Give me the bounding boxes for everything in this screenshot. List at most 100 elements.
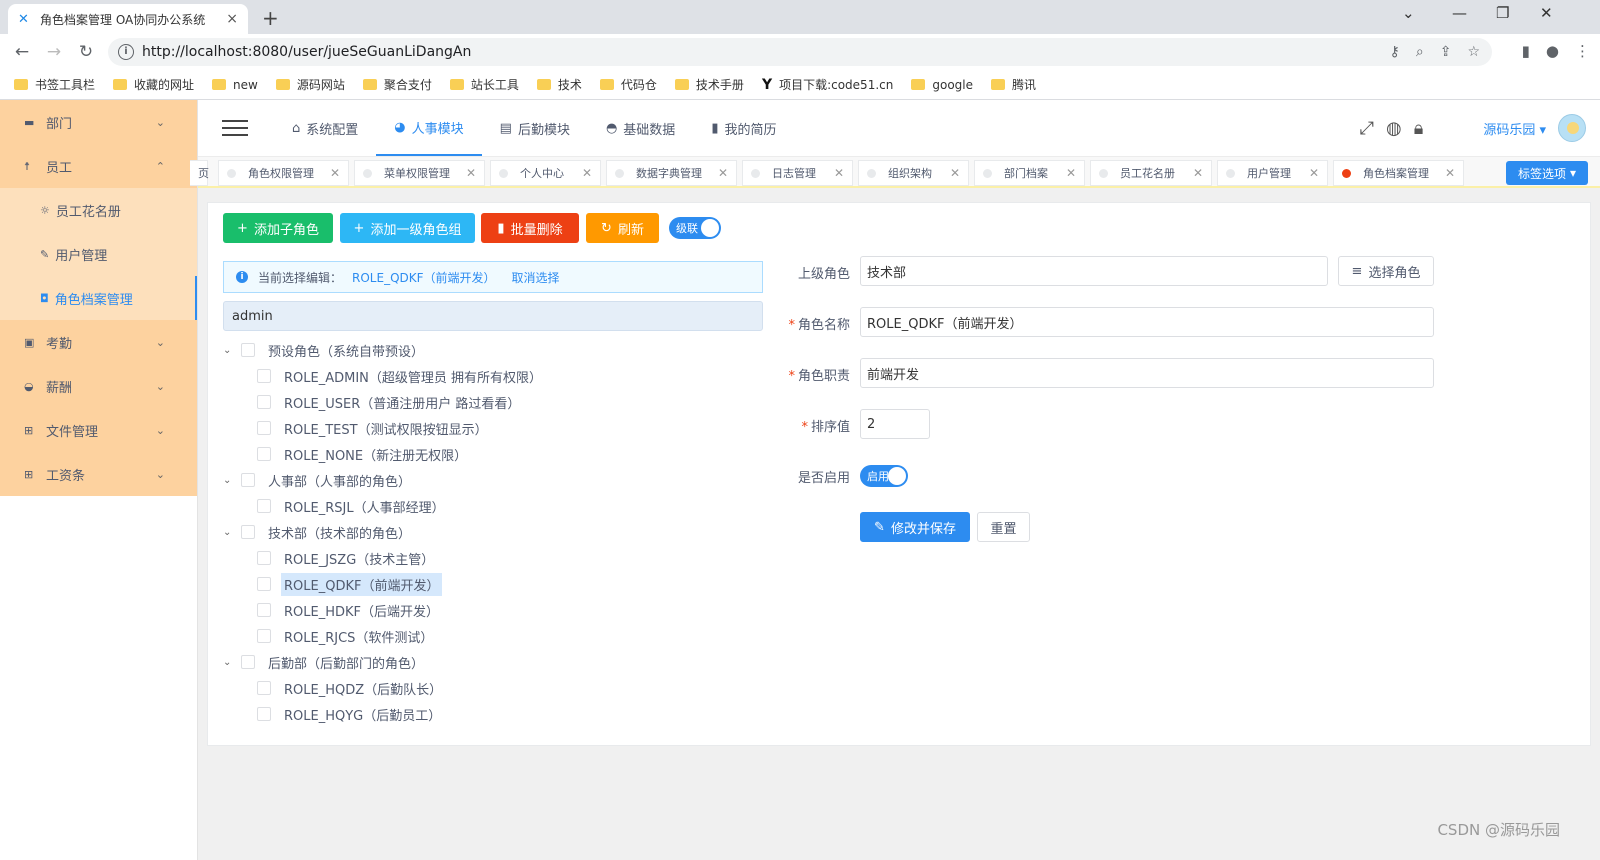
tag-item-active[interactable]: 角色档案管理 ✕ <box>1333 160 1464 186</box>
tree-checkbox[interactable] <box>257 707 271 721</box>
expand-arrow-icon[interactable]: ⌄ <box>223 527 237 538</box>
parent-role-field[interactable]: 技术部 <box>860 256 1328 286</box>
enable-switch[interactable]: 启用 <box>860 465 908 487</box>
back-icon[interactable]: ← <box>6 42 38 62</box>
restore-icon[interactable]: ❐ <box>1496 4 1509 22</box>
forward-icon[interactable]: → <box>38 42 70 62</box>
tree-checkbox[interactable] <box>257 447 271 461</box>
tree-node-label[interactable]: ROLE_HDKF（后端开发） <box>281 599 442 622</box>
tree-checkbox[interactable] <box>257 603 271 617</box>
share-icon[interactable]: ⇪ <box>1440 44 1452 60</box>
sidebar-item-department[interactable]: ▬ 部门 ⌄ <box>0 100 197 144</box>
tree-checkbox[interactable] <box>257 681 271 695</box>
sidebar-subitem-roster[interactable]: ☼ 员工花名册 <box>0 188 197 232</box>
sidebar-subitem-roles[interactable]: ◘ 角色档案管理 <box>0 276 197 320</box>
close-icon[interactable]: ✕ <box>466 166 476 180</box>
globe-icon[interactable]: ◍ <box>1386 118 1402 139</box>
add-child-role-button[interactable]: + 添加子角色 <box>223 213 333 243</box>
new-tab-icon[interactable]: + <box>262 6 279 30</box>
close-icon[interactable]: ✕ <box>1193 166 1203 180</box>
tree-checkbox[interactable] <box>241 655 255 669</box>
tree-node-label[interactable]: ROLE_ADMIN（超级管理员 拥有所有权限） <box>281 365 545 388</box>
tag-item[interactable]: 数据字典管理 ✕ <box>606 160 737 186</box>
expand-arrow-icon[interactable]: ⌄ <box>223 475 237 486</box>
fullscreen-icon[interactable]: ⤢ <box>1360 118 1374 139</box>
sidepanel-icon[interactable]: ▮ <box>1522 42 1530 60</box>
bookmark[interactable]: 源码网站 <box>275 76 345 93</box>
tree-leaf-node[interactable]: ROLE_QDKF（前端开发） <box>223 571 763 597</box>
tree-checkbox[interactable] <box>257 421 271 435</box>
tree-checkbox[interactable] <box>257 369 271 383</box>
tree-checkbox[interactable] <box>257 499 271 513</box>
tree-group-node[interactable]: ⌄ 后勤部（后勤部门的角色） <box>223 649 763 675</box>
sidebar-item-files[interactable]: ⊞ 文件管理 ⌄ <box>0 408 197 452</box>
cancel-selection-link[interactable]: 取消选择 <box>512 269 560 286</box>
bookmark[interactable]: 腾讯 <box>991 76 1036 93</box>
tree-node-label[interactable]: 技术部（技术部的角色） <box>265 521 414 544</box>
tree-checkbox[interactable] <box>257 395 271 409</box>
tree-node-label[interactable]: ROLE_TEST（测试权限按钮显示） <box>281 417 491 440</box>
tree-node-label[interactable]: ROLE_RSJL（人事部经理） <box>281 495 448 518</box>
url-field[interactable]: i http://localhost:8080/user/jueSeGuanLi… <box>108 38 1492 66</box>
tree-checkbox[interactable] <box>257 551 271 565</box>
tag-item[interactable]: 日志管理 ✕ <box>742 160 853 186</box>
batch-delete-button[interactable]: ▮ 批量删除 <box>481 213 579 243</box>
tree-checkbox[interactable] <box>257 577 271 591</box>
lock-icon[interactable]: 🔒︎ <box>1414 118 1424 139</box>
tree-leaf-node[interactable]: ROLE_NONE（新注册无权限） <box>223 441 763 467</box>
sidebar-item-salary[interactable]: ◒ 薪酬 ⌄ <box>0 364 197 408</box>
site-info-icon[interactable]: i <box>118 44 134 60</box>
close-icon[interactable]: ✕ <box>1309 166 1319 180</box>
bookmark[interactable]: 技术 <box>536 76 582 93</box>
bookmark[interactable]: 收藏的网址 <box>113 76 194 93</box>
minimize-icon[interactable]: — <box>1452 4 1467 22</box>
close-icon[interactable]: ✕ <box>834 166 844 180</box>
tree-leaf-node[interactable]: ROLE_HQDZ（后勤队长） <box>223 675 763 701</box>
refresh-button[interactable]: ↻ 刷新 <box>586 213 659 243</box>
role-duty-field[interactable]: 前端开发 <box>860 358 1434 388</box>
nav-hr-module[interactable]: ◕ 人事模块 <box>376 100 482 156</box>
hamburger-icon[interactable] <box>222 115 248 141</box>
key-icon[interactable]: ⚷ <box>1390 44 1400 60</box>
menu-icon[interactable]: ⋮ <box>1575 42 1590 60</box>
close-icon[interactable]: ✕ <box>330 166 340 180</box>
tree-leaf-node[interactable]: ROLE_USER（普通注册用户 路过看看） <box>223 389 763 415</box>
close-tab-icon[interactable]: × <box>226 11 238 27</box>
bookmark[interactable]: 书签工具栏 <box>14 76 95 93</box>
tag-item[interactable]: 页 <box>190 160 209 186</box>
zoom-icon[interactable]: ⌕ <box>1416 44 1424 60</box>
tree-checkbox[interactable] <box>257 629 271 643</box>
expand-arrow-icon[interactable]: ⌄ <box>223 345 237 356</box>
tree-leaf-node[interactable]: ROLE_HDKF（后端开发） <box>223 597 763 623</box>
tree-node-label[interactable]: 人事部（人事部的角色） <box>265 469 414 492</box>
bookmark[interactable]: 站长工具 <box>449 76 519 93</box>
tag-item[interactable]: 用户管理 ✕ <box>1217 160 1328 186</box>
close-icon[interactable]: ✕ <box>718 166 728 180</box>
close-window-icon[interactable]: ✕ <box>1540 4 1553 22</box>
tree-leaf-node[interactable]: ROLE_TEST（测试权限按钮显示） <box>223 415 763 441</box>
expand-arrow-icon[interactable]: ⌄ <box>223 657 237 668</box>
tree-checkbox[interactable] <box>241 343 255 357</box>
reload-icon[interactable]: ↻ <box>70 42 102 62</box>
tag-item[interactable]: 组织架构 ✕ <box>858 160 969 186</box>
bookmark[interactable]: google <box>911 78 973 92</box>
role-name-field[interactable]: ROLE_QDKF（前端开发） <box>860 307 1434 337</box>
tree-group-node[interactable]: ⌄ 人事部（人事部的角色） <box>223 467 763 493</box>
sidebar-item-attendance[interactable]: ▣ 考勤 ⌄ <box>0 320 197 364</box>
tree-node-label[interactable]: ROLE_HQDZ（后勤队长） <box>281 677 445 700</box>
bookmark[interactable]: 技术手册 <box>674 76 744 93</box>
bookmark[interactable]: Y 项目下载:code51.cn <box>762 76 893 93</box>
star-icon[interactable]: ☆ <box>1467 44 1480 60</box>
nav-my-resume[interactable]: ▮ 我的简历 <box>693 100 794 156</box>
tab-search-icon[interactable]: ⌄ <box>1402 4 1415 22</box>
cascade-switch[interactable]: 级联 <box>669 217 721 239</box>
tree-group-node[interactable]: ⌄ 预设角色（系统自带预设） <box>223 337 763 363</box>
user-dropdown[interactable]: 源码乐园 ▾ <box>1483 119 1546 138</box>
tree-leaf-node[interactable]: ROLE_ADMIN（超级管理员 拥有所有权限） <box>223 363 763 389</box>
tree-leaf-node[interactable]: ROLE_HQYG（后勤员工） <box>223 701 763 727</box>
sort-field[interactable]: 2 <box>860 409 930 439</box>
tree-node-label[interactable]: ROLE_QDKF（前端开发） <box>281 572 443 596</box>
bookmark[interactable]: new <box>212 78 258 92</box>
tree-node-label[interactable]: ROLE_HQYG（后勤员工） <box>281 703 444 726</box>
browser-tab[interactable]: ✕ 角色档案管理 OA协同办公系统 × <box>8 4 248 34</box>
